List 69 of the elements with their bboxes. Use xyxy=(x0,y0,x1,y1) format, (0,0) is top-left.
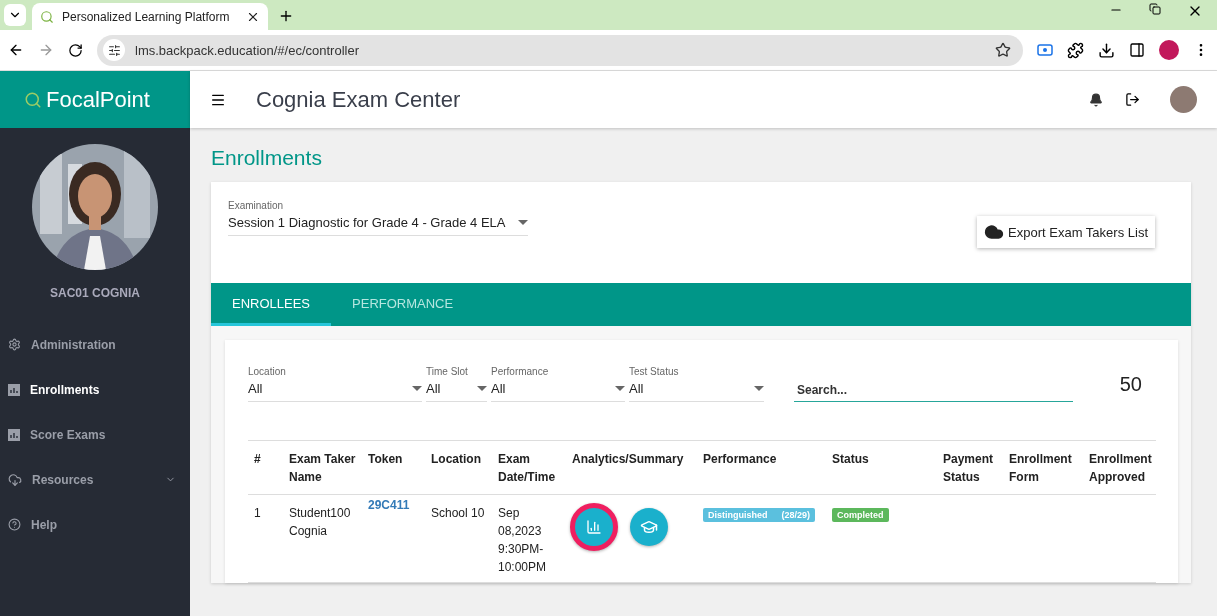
examination-select[interactable]: Examination Session 1 Diagnostic for Grade 4 - Grade 4 ELA xyxy=(228,200,528,236)
sliders-icon xyxy=(107,43,121,57)
brand-logo: FocalPoint xyxy=(0,71,190,128)
user-name: SAC01 COGNIA xyxy=(49,286,141,300)
profile-avatar[interactable] xyxy=(1159,40,1179,60)
cloud-icon xyxy=(8,472,22,487)
forward-icon[interactable] xyxy=(38,42,54,58)
sidebar-item[interactable]: Administration xyxy=(0,322,190,367)
chart-icon xyxy=(586,519,602,535)
address-bar[interactable]: lms.backpack.education/#/ec/controller xyxy=(97,34,1023,66)
status-badge: Completed xyxy=(832,508,889,522)
filter-select[interactable]: Time Slot All xyxy=(426,366,487,402)
settings-icon xyxy=(8,338,21,351)
tab-list-button[interactable] xyxy=(4,4,26,26)
column-header: Analytics/Summary xyxy=(571,451,685,468)
back-icon[interactable] xyxy=(8,42,24,58)
reload-icon[interactable] xyxy=(68,42,83,58)
column-header: Performance xyxy=(702,451,778,468)
sidebar-item[interactable]: Score Exams xyxy=(0,412,190,457)
caret-icon xyxy=(412,386,422,391)
caret-icon xyxy=(518,220,528,225)
new-tab-icon[interactable] xyxy=(278,8,294,24)
side-panel-icon[interactable] xyxy=(1129,42,1145,58)
header-title: Cognia Exam Center xyxy=(256,86,462,113)
filter-select[interactable]: Location All xyxy=(248,366,422,402)
performance-badge: Distinguished (28/29) xyxy=(703,508,816,522)
caret-icon xyxy=(615,386,625,391)
browser-tab[interactable]: Personalized Learning Platform xyxy=(32,3,268,30)
table-cell-text: Student100 Cognia xyxy=(288,505,352,540)
sidebar-item[interactable]: Help xyxy=(0,502,190,547)
filter-select[interactable]: Test Status All xyxy=(629,366,764,402)
help-icon xyxy=(8,518,21,531)
table-cell-text: Sep 08,2023 9:30PM-10:00PM xyxy=(497,505,548,576)
column-header: Payment Status xyxy=(942,451,995,486)
action-button[interactable] xyxy=(630,508,668,546)
restore-icon[interactable] xyxy=(1149,3,1161,15)
token-link[interactable]: 29C411 xyxy=(362,489,410,512)
column-header: # xyxy=(253,451,262,468)
extensions-icon[interactable] xyxy=(1067,41,1084,59)
column-header: Enrollment Form xyxy=(1008,451,1073,486)
cast-icon[interactable] xyxy=(1037,44,1053,56)
logout-icon[interactable] xyxy=(1125,92,1140,107)
user-avatar[interactable] xyxy=(1170,86,1197,113)
column-header: Enrollment Approved xyxy=(1088,451,1153,486)
column-header: Status xyxy=(831,451,870,468)
filter-select[interactable]: Performance All xyxy=(491,366,625,402)
export-button[interactable]: Export Exam Takers List xyxy=(977,216,1155,248)
caret-icon xyxy=(477,386,487,391)
sidebar-item[interactable]: Resources xyxy=(0,457,190,502)
star-icon[interactable] xyxy=(995,42,1011,58)
action-button[interactable] xyxy=(570,503,618,551)
cloud-icon xyxy=(984,222,1005,242)
column-header: Location xyxy=(430,451,482,468)
site-icon xyxy=(40,9,54,24)
column-header: Exam Date/Time xyxy=(497,451,557,486)
column-header: Exam Taker Name xyxy=(288,451,357,486)
table-cell-text: School 10 xyxy=(430,505,486,522)
chart-icon xyxy=(8,428,20,441)
caret-icon xyxy=(754,386,764,391)
site-settings-button[interactable] xyxy=(103,39,125,61)
table-cell-text: 1 xyxy=(253,505,262,522)
chart-icon xyxy=(8,383,20,396)
graduation-cap-icon xyxy=(640,518,658,536)
result-count: 50 xyxy=(1119,372,1142,396)
column-header: Token xyxy=(367,451,404,468)
bell-icon[interactable] xyxy=(1089,92,1103,107)
page-title: Enrollments xyxy=(211,146,323,170)
sidebar-item[interactable]: Enrollments xyxy=(0,367,190,412)
download-icon[interactable] xyxy=(1098,41,1115,59)
